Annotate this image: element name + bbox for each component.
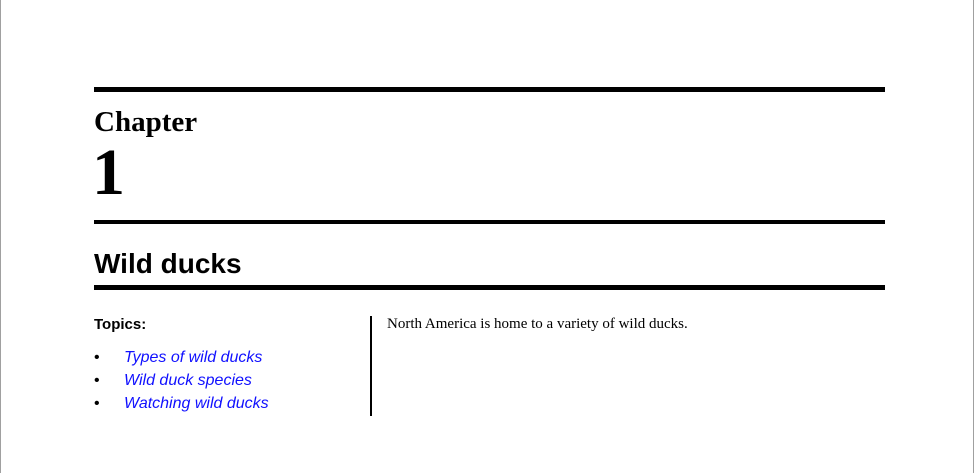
title-rule (94, 285, 885, 290)
list-item: • Watching wild ducks (94, 395, 269, 413)
topic-link[interactable]: Watching wild ducks (124, 395, 269, 412)
bullet-icon: • (94, 349, 100, 366)
bullet-icon: • (94, 395, 100, 412)
top-rule (94, 87, 885, 92)
topic-link[interactable]: Wild duck species (124, 372, 252, 389)
chapter-label: Chapter (94, 106, 198, 138)
topic-link[interactable]: Types of wild ducks (124, 349, 262, 366)
column-divider (370, 316, 372, 416)
page-title: Wild ducks (94, 248, 242, 279)
list-item: • Types of wild ducks (94, 349, 262, 367)
chapter-number: 1 (92, 136, 125, 209)
list-item: • Wild duck species (94, 372, 252, 390)
topics-heading: Topics: (94, 316, 147, 333)
body-text: North America is home to a variety of wi… (387, 316, 688, 332)
bullet-icon: • (94, 372, 100, 389)
chapter-rule (94, 220, 885, 224)
